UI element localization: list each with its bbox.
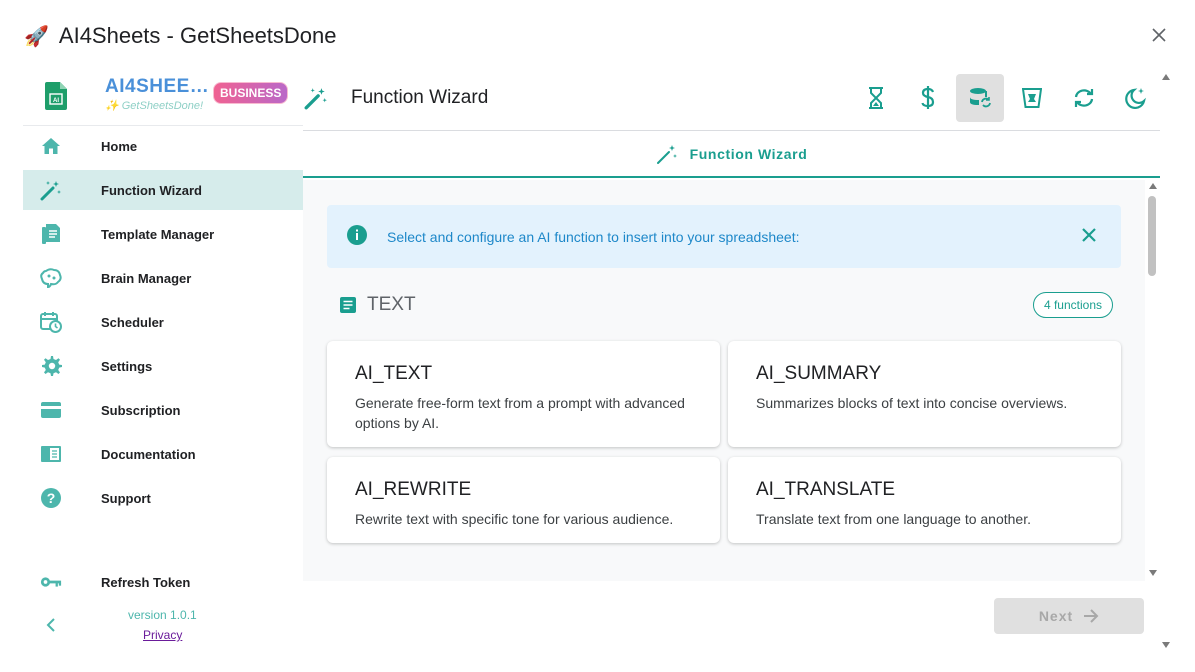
- sidebar-item-subscription[interactable]: Subscription: [23, 390, 303, 430]
- function-description: Translate text from one language to anot…: [756, 511, 1031, 527]
- sidebar: AI AI4SHEE… ✨ GetSheetsDone! BUSINESS Ho…: [23, 66, 303, 656]
- function-card-ai-translate[interactable]: AI_TRANSLATE Translate text from one lan…: [728, 457, 1121, 543]
- magic-wand-icon: [304, 86, 328, 115]
- arrow-right-icon: [1084, 609, 1099, 623]
- usage-button[interactable]: [852, 74, 900, 122]
- sidebar-item-brain-manager[interactable]: Brain Manager: [23, 258, 303, 298]
- credit-card-icon: [40, 399, 62, 421]
- info-alert-text: Select and configure an AI function to i…: [387, 229, 800, 245]
- brain-icon: [40, 267, 62, 289]
- privacy-link[interactable]: Privacy: [143, 628, 182, 642]
- sidebar-item-label: Function Wizard: [101, 182, 202, 198]
- scroll-down-arrow[interactable]: [1148, 569, 1158, 577]
- sidebar-item-support[interactable]: ? Support: [23, 478, 303, 518]
- data-sync-button[interactable]: [956, 74, 1004, 122]
- svg-text:AI: AI: [53, 98, 59, 104]
- sidebar-item-label: Brain Manager: [101, 270, 192, 286]
- dialog-title-text: AI4Sheets - GetSheetsDone: [58, 23, 337, 48]
- sidebar-item-label: Home: [101, 138, 138, 154]
- sheets-logo-icon: AI: [45, 82, 67, 110]
- info-icon: [347, 225, 367, 245]
- info-alert: Select and configure an AI function to i…: [327, 205, 1121, 268]
- trash-bin-icon: [1022, 88, 1042, 108]
- function-card-ai-rewrite[interactable]: AI_REWRITE Rewrite text with specific to…: [327, 457, 720, 543]
- function-card-ai-summary[interactable]: AI_SUMMARY Summarizes blocks of text int…: [728, 341, 1121, 447]
- page-title: Function Wizard: [351, 87, 489, 108]
- function-name: AI_TEXT: [355, 363, 433, 384]
- magic-wand-icon: [656, 144, 677, 164]
- next-button-label: Next: [1038, 608, 1074, 624]
- scroll-down-arrow[interactable]: [1161, 636, 1173, 648]
- function-name: AI_REWRITE: [355, 479, 472, 500]
- calendar-clock-icon: [40, 311, 62, 333]
- dollar-icon: [921, 86, 935, 109]
- sidebar-item-home[interactable]: Home: [23, 126, 303, 166]
- content-scrollbar[interactable]: [1145, 180, 1160, 581]
- tab-label: Function Wizard: [689, 145, 808, 162]
- function-name: AI_TRANSLATE: [756, 479, 896, 500]
- function-card-ai-text[interactable]: AI_TEXT Generate free-form text from a p…: [327, 341, 720, 447]
- function-name: AI_SUMMARY: [756, 363, 882, 384]
- scrollbar-thumb[interactable]: [1148, 196, 1156, 276]
- dark-mode-icon: [1125, 88, 1146, 109]
- document-icon: [40, 223, 62, 245]
- scroll-up-arrow[interactable]: [1148, 182, 1158, 190]
- gear-icon: [40, 355, 62, 377]
- sidebar-item-label: Template Manager: [101, 226, 215, 242]
- section-header-text: TEXT 4 functions: [327, 291, 1121, 321]
- sidebar-item-label: Support: [101, 490, 151, 506]
- key-icon: [40, 571, 62, 593]
- rocket-icon: 🚀: [24, 25, 49, 48]
- close-icon[interactable]: [1148, 24, 1170, 46]
- help-icon: ?: [40, 487, 62, 509]
- home-icon: [40, 135, 62, 157]
- sidebar-item-label: Documentation: [101, 446, 196, 462]
- hourglass-icon: [869, 87, 883, 109]
- section-title: TEXT: [367, 294, 416, 315]
- function-count-badge: 4 functions: [1032, 292, 1113, 318]
- brand-name: AI4SHEE…: [105, 76, 210, 97]
- function-list-panel: Select and configure an AI function to i…: [303, 180, 1145, 581]
- sync-button[interactable]: [1060, 74, 1108, 122]
- sidebar-item-documentation[interactable]: Documentation: [23, 434, 303, 474]
- collapse-sidebar-icon[interactable]: [45, 618, 59, 632]
- function-description: Summarizes blocks of text into concise o…: [756, 395, 1068, 411]
- main-header: Function Wizard: [303, 66, 1160, 131]
- svg-text:?: ?: [47, 490, 56, 506]
- next-button[interactable]: Next: [994, 598, 1144, 634]
- function-description: Generate free-form text from a prompt wi…: [355, 395, 685, 431]
- sync-icon: [1074, 89, 1094, 107]
- function-description: Rewrite text with specific tone for vari…: [355, 511, 674, 527]
- sidebar-item-label: Settings: [101, 358, 153, 374]
- database-sync-icon: [970, 88, 991, 108]
- theme-toggle-button[interactable]: [1112, 74, 1160, 122]
- refresh-token-label: Refresh Token: [101, 574, 191, 590]
- version-text: version 1.0.1: [128, 608, 197, 622]
- scroll-up-arrow[interactable]: [1161, 68, 1173, 80]
- magic-wand-icon: [40, 179, 62, 201]
- pricing-button[interactable]: [904, 74, 952, 122]
- footer: Next: [303, 582, 1160, 656]
- sidebar-item-label: Subscription: [101, 402, 181, 418]
- book-icon: [40, 443, 62, 465]
- brand-tagline: ✨ GetSheetsDone!: [105, 100, 204, 112]
- sidebar-item-template-manager[interactable]: Template Manager: [23, 214, 303, 254]
- dismiss-alert-icon[interactable]: [1079, 225, 1099, 245]
- text-document-icon: [340, 297, 356, 313]
- sidebar-item-scheduler[interactable]: Scheduler: [23, 302, 303, 342]
- refresh-token-button[interactable]: Refresh Token: [23, 562, 303, 602]
- sidebar-item-function-wizard[interactable]: Function Wizard: [23, 170, 303, 210]
- clear-cache-button[interactable]: [1008, 74, 1056, 122]
- brand-header: AI AI4SHEE… ✨ GetSheetsDone! BUSINESS: [23, 66, 303, 126]
- plan-badge: BUSINESS: [213, 82, 289, 104]
- tab-function-wizard[interactable]: Function Wizard: [303, 131, 1160, 178]
- sidebar-item-settings[interactable]: Settings: [23, 346, 303, 386]
- sidebar-nav: Home Function Wizard Template Manager Br…: [23, 126, 303, 522]
- sidebar-item-label: Scheduler: [101, 314, 164, 330]
- dialog-title: 🚀 AI4Sheets - GetSheetsDone: [24, 18, 337, 54]
